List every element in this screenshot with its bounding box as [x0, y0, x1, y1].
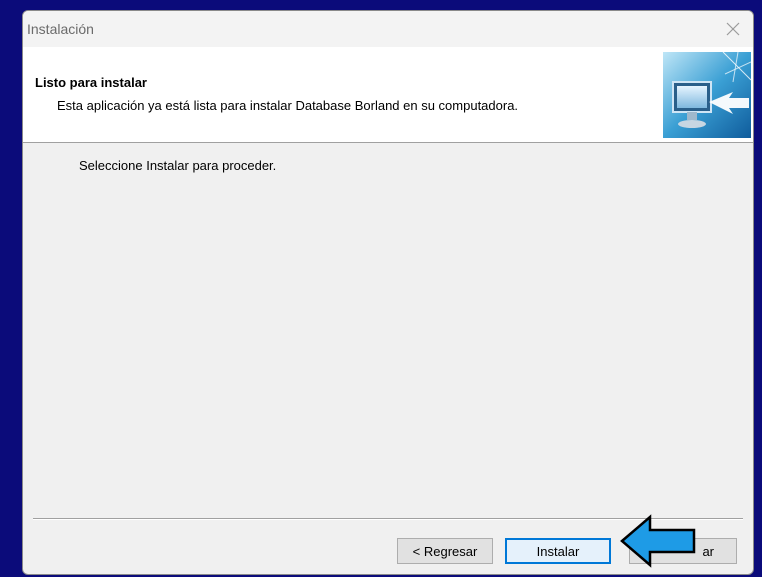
- installer-window: Instalación Listo para instalar Esta apl…: [22, 10, 754, 575]
- cancel-button[interactable]: ar: [629, 538, 737, 564]
- window-title: Instalación: [27, 21, 94, 37]
- title-bar: Instalación: [23, 11, 753, 47]
- instruction-text: Seleccione Instalar para proceder.: [79, 158, 277, 173]
- page-title: Listo para instalar: [35, 75, 147, 90]
- desktop-background: Instalación Listo para instalar Esta apl…: [0, 0, 762, 577]
- close-button[interactable]: [713, 11, 753, 47]
- back-button[interactable]: < Regresar: [397, 538, 493, 564]
- install-button[interactable]: Instalar: [505, 538, 611, 564]
- wizard-header: Listo para instalar Esta aplicación ya e…: [23, 47, 753, 143]
- page-subtitle: Esta aplicación ya está lista para insta…: [57, 98, 519, 113]
- footer-divider: [33, 518, 743, 520]
- setup-computer-icon: [663, 52, 751, 138]
- close-icon: [726, 22, 740, 36]
